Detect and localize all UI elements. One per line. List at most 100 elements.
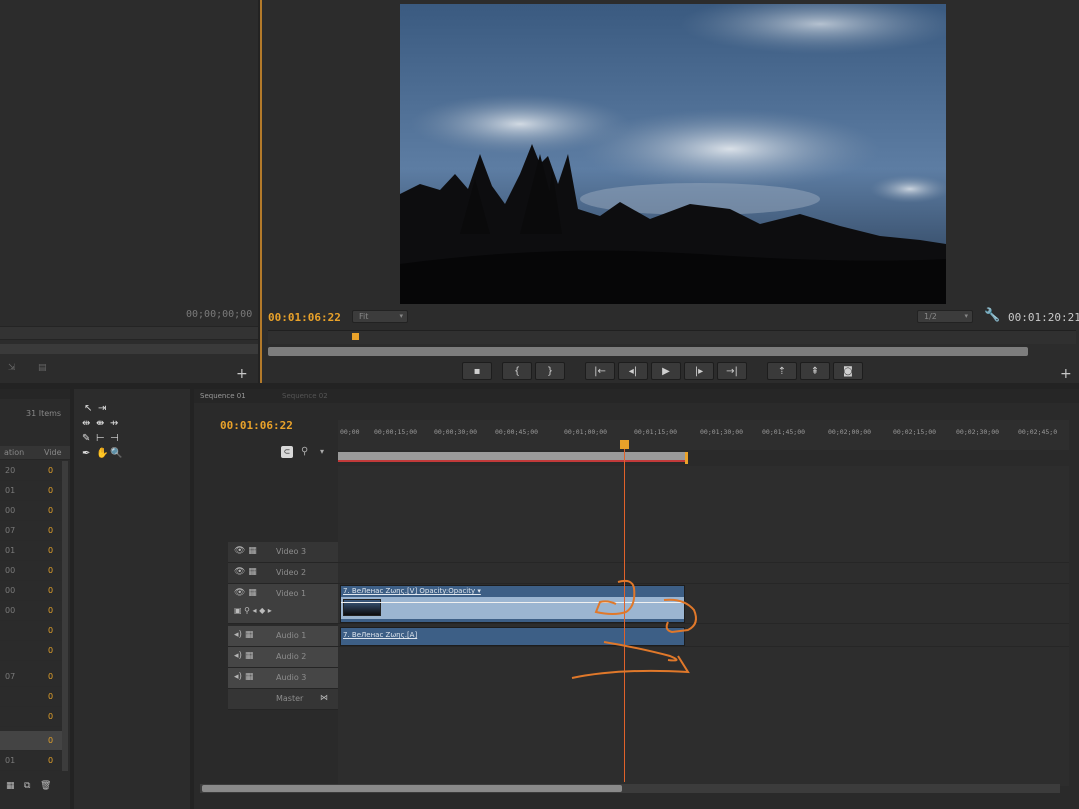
track-header-master[interactable]: Master ⋈	[228, 689, 338, 710]
speaker-icon[interactable]: ◂) ▦	[234, 630, 253, 640]
annotation-marks	[571, 579, 697, 679]
list-item[interactable]: 00 0	[0, 561, 62, 581]
razor-tool-icon[interactable]: ✎	[82, 433, 90, 444]
list-item[interactable]: 0	[0, 707, 62, 727]
program-time-ruler[interactable]	[268, 330, 1076, 344]
zoom-tool-icon[interactable]: 🔍	[110, 448, 122, 459]
master-meter-icon: ⋈	[320, 693, 328, 702]
list-item[interactable]: 01 0	[0, 481, 62, 501]
lift-button[interactable]: ⇡	[767, 362, 797, 380]
program-playhead-marker[interactable]	[352, 333, 359, 340]
track-label-video3: Video 3	[276, 547, 307, 556]
tab-sequence-01[interactable]: Sequence 01	[200, 392, 246, 400]
add-marker-button[interactable]: ▪	[462, 362, 492, 380]
list-item[interactable]: 20 0	[0, 461, 62, 481]
audio-clip-label: 7. ВеЛенас Ζωης.[A]	[343, 631, 418, 639]
zoom-select[interactable]: Fit ▾	[352, 310, 408, 323]
work-area-bar[interactable]	[338, 452, 686, 462]
export-frame-button[interactable]: ◙	[833, 362, 863, 380]
go-to-out-button[interactable]: →|	[717, 362, 747, 380]
ruler-label: 00;01;00;00	[564, 428, 608, 436]
ripple-edit-tool-icon[interactable]: ⇹	[82, 418, 90, 429]
track-select-tool-icon[interactable]: ⇥	[98, 403, 106, 414]
program-duration: 00:01:20:21	[1008, 311, 1079, 324]
eye-icon[interactable]: 👁 ▦	[234, 567, 257, 577]
list-item[interactable]: 07 0	[0, 521, 62, 541]
ruler-label: 00;01;15;00	[634, 428, 678, 436]
track-label-audio2: Audio 2	[276, 652, 307, 661]
track-header-audio2[interactable]: ◂) ▦ Audio 2	[228, 647, 338, 668]
step-forward-button[interactable]: |▸	[684, 362, 714, 380]
list-item[interactable]: 00 0	[0, 501, 62, 521]
track-label-video1: Video 1	[276, 589, 307, 598]
track-header-video3[interactable]: 👁 ▦ Video 3	[228, 542, 338, 563]
speaker-icon[interactable]: ◂) ▦	[234, 651, 253, 661]
zoom-select-value: Fit	[359, 312, 369, 321]
marker-icon[interactable]: ⚲	[301, 446, 308, 457]
timeline-current-time[interactable]: 00:01:06:22	[220, 419, 293, 432]
step-back-button[interactable]: ◂|	[618, 362, 648, 380]
eye-icon[interactable]: 👁 ▦	[234, 546, 257, 556]
new-bin-icon[interactable]: ▦	[6, 781, 15, 791]
selection-tool-icon[interactable]: ↖	[84, 403, 92, 414]
speaker-icon[interactable]: ◂) ▦	[234, 672, 253, 682]
mark-in-button[interactable]: {	[502, 362, 532, 380]
track-label-master: Master	[276, 694, 304, 703]
program-add-button[interactable]: +	[1060, 366, 1072, 382]
project-scrollbar[interactable]	[62, 461, 68, 771]
mark-out-button[interactable]: }	[535, 362, 565, 380]
ruler-label: 00;00;15;00	[374, 428, 418, 436]
source-timecode: 00;00;00;00	[186, 309, 253, 320]
program-zoom-bar[interactable]	[268, 347, 1028, 356]
list-item[interactable]: 0	[0, 621, 62, 641]
timeline-menu-icon[interactable]: ▾	[320, 447, 324, 456]
list-item[interactable]: 01 0	[0, 751, 62, 771]
list-item[interactable]: 0	[0, 687, 62, 707]
track-header-video1[interactable]: 👁 ▦ Video 1 ▣ ⚲ ◂ ◆ ▸	[228, 584, 338, 624]
column-duration[interactable]: ation	[4, 448, 24, 457]
slip-tool-icon[interactable]: ⊢	[96, 433, 105, 444]
play-button[interactable]: ▶	[651, 362, 681, 380]
scrollbar-thumb[interactable]	[202, 785, 622, 792]
track-header-audio3[interactable]: ◂) ▦ Audio 3	[228, 668, 338, 689]
track-label-audio3: Audio 3	[276, 673, 307, 682]
track-header-audio1[interactable]: ◂) ▦ Audio 1	[228, 626, 338, 647]
snap-icon[interactable]: ⊂	[281, 446, 293, 458]
trash-icon[interactable]: 🗑	[40, 781, 51, 791]
work-area-end-handle[interactable]	[685, 452, 688, 464]
column-video[interactable]: Vide	[44, 448, 62, 457]
extract-button[interactable]: ⇞	[800, 362, 830, 380]
list-item[interactable]: 00 0	[0, 581, 62, 601]
list-item-selected[interactable]: 0	[0, 731, 62, 751]
list-item[interactable]: 01 0	[0, 541, 62, 561]
quality-select[interactable]: 1/2 ▾	[917, 310, 973, 323]
rolling-edit-tool-icon[interactable]: ⇼	[96, 418, 104, 429]
hand-tool-icon[interactable]: ✋	[96, 448, 108, 459]
program-video-frame	[400, 4, 946, 304]
list-item[interactable]: 0	[0, 641, 62, 661]
source-scroll-bar[interactable]	[0, 344, 258, 354]
source-scrub-bar[interactable]	[0, 326, 258, 340]
project-panel-tab[interactable]	[0, 389, 70, 399]
list-item[interactable]: 00 0	[0, 601, 62, 621]
wrench-icon[interactable]: 🔧	[984, 308, 1000, 323]
go-to-in-button[interactable]: |←	[585, 362, 615, 380]
source-add-button[interactable]: +	[236, 366, 248, 382]
track-header-video2[interactable]: 👁 ▦ Video 2	[228, 563, 338, 584]
rate-stretch-tool-icon[interactable]: ⇸	[110, 418, 118, 429]
keyframe-nav-icon[interactable]: ▣ ⚲ ◂ ◆ ▸	[234, 606, 272, 615]
slide-tool-icon[interactable]: ⊣	[110, 433, 119, 444]
tab-sequence-02[interactable]: Sequence 02	[282, 392, 328, 400]
timeline-horizontal-scrollbar[interactable]	[200, 784, 1060, 793]
new-item-icon[interactable]: ⧉	[24, 781, 30, 791]
source-export-icon[interactable]: ⇲	[8, 363, 16, 373]
source-film-icon[interactable]: ▤	[38, 363, 47, 373]
pen-tool-icon[interactable]: ✒	[82, 448, 90, 459]
chevron-down-icon: ▾	[964, 312, 968, 320]
timeline-ruler[interactable]: 00;00 00;00;15;00 00;00;30;00 00;00;45;0…	[338, 420, 1069, 450]
list-item[interactable]: 07 0	[0, 667, 62, 687]
eye-icon[interactable]: 👁 ▦	[234, 588, 257, 598]
tools-panel: ↖ ⇥ ⇹ ⇼ ⇸ ✎ ⊢ ⊣ ✒ ✋ 🔍	[74, 389, 190, 809]
timeline-playhead-head[interactable]	[620, 440, 629, 449]
program-current-time[interactable]: 00:01:06:22	[268, 311, 341, 324]
